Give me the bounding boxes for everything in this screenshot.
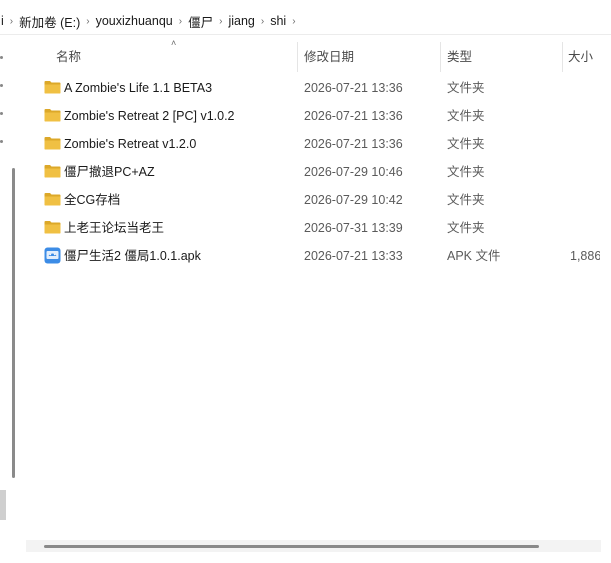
folder-icon (44, 221, 61, 234)
file-name: Zombie's Retreat v1.2.0 (64, 137, 197, 151)
chevron-right-icon: › (219, 15, 223, 27)
horizontal-scrollbar-thumb[interactable] (44, 545, 539, 548)
folder-icon (44, 109, 61, 122)
file-type: 文件夹 (447, 193, 485, 207)
nav-expand-marker[interactable] (0, 84, 3, 87)
file-size: 1,886 (570, 249, 602, 263)
nav-expand-marker[interactable] (0, 112, 3, 115)
breadcrumb-item-shi[interactable]: shi (270, 14, 286, 28)
chevron-right-icon: › (260, 15, 265, 27)
file-type: APK 文件 (447, 249, 501, 263)
file-name: 僵尸撤退PC+AZ (64, 165, 155, 179)
folder-icon (44, 165, 61, 178)
breadcrumb: i › 新加卷 (E:) › youxizhuanqu › 僵尸 › jiang… (0, 8, 611, 35)
file-name: 僵尸生活2 僵局1.0.1.apk (64, 249, 201, 263)
file-date: 2026-07-29 10:46 (304, 165, 403, 179)
file-type: 文件夹 (447, 137, 485, 151)
column-divider[interactable] (562, 42, 563, 72)
file-type: 文件夹 (447, 221, 485, 235)
column-header-type[interactable]: 类型 (447, 36, 562, 76)
file-date: 2026-07-21 13:36 (304, 109, 403, 123)
file-row[interactable]: Zombie's Retreat 2 [PC] v1.0.2 2026-07-2… (26, 102, 611, 130)
file-date: 2026-07-21 13:36 (304, 81, 403, 95)
file-name: 上老王论坛当老王 (64, 221, 165, 235)
file-row[interactable]: A Zombie's Life 1.1 BETA3 2026-07-21 13:… (26, 74, 611, 102)
apk-file-icon (44, 247, 61, 264)
breadcrumb-item-jiangshi[interactable]: 僵尸 (188, 12, 213, 31)
nav-scrollbar-thumb[interactable] (12, 168, 15, 478)
file-date: 2026-07-31 13:39 (304, 221, 403, 235)
column-header-name[interactable]: 名称 (56, 36, 296, 76)
file-name: A Zombie's Life 1.1 BETA3 (64, 81, 213, 95)
file-date: 2026-07-29 10:42 (304, 193, 403, 207)
folder-icon (44, 193, 61, 206)
file-name: 全CG存档 (64, 193, 121, 207)
file-type: 文件夹 (447, 81, 485, 95)
column-divider[interactable] (297, 42, 298, 72)
nav-expand-marker[interactable] (0, 56, 3, 59)
chevron-right-icon: › (9, 15, 14, 27)
breadcrumb-item-drive[interactable]: 新加卷 (E:) (19, 12, 80, 31)
file-date: 2026-07-21 13:36 (304, 137, 403, 151)
chevron-right-icon: › (178, 15, 183, 27)
folder-icon (44, 137, 61, 150)
column-header-row: ˄ 名称 修改日期 类型 大小 (26, 36, 611, 76)
chevron-right-icon: › (86, 15, 90, 27)
file-list: ˄ 名称 修改日期 类型 大小 A Zombie's Life 1.1 BETA… (26, 36, 611, 556)
file-row[interactable]: 全CG存档 2026-07-29 10:42 文件夹 (26, 186, 611, 214)
nav-expand-marker[interactable] (0, 140, 3, 143)
file-type: 文件夹 (447, 109, 485, 123)
file-name: Zombie's Retreat 2 [PC] v1.0.2 (64, 109, 235, 123)
navigation-pane (0, 36, 20, 556)
breadcrumb-item-youxizhuanqu[interactable]: youxizhuanqu (96, 14, 173, 28)
file-rows: A Zombie's Life 1.1 BETA3 2026-07-21 13:… (26, 74, 611, 270)
file-type: 文件夹 (447, 165, 485, 179)
column-divider[interactable] (440, 42, 441, 72)
breadcrumb-item-jiang[interactable]: jiang (228, 14, 254, 28)
breadcrumb-item-root[interactable]: i (1, 14, 4, 28)
file-date: 2026-07-21 13:33 (304, 249, 403, 263)
file-row[interactable]: 僵尸撤退PC+AZ 2026-07-29 10:46 文件夹 (26, 158, 611, 186)
column-header-date[interactable]: 修改日期 (304, 36, 439, 76)
folder-icon (44, 81, 61, 94)
vertical-scrollbar-area[interactable] (600, 36, 611, 556)
chevron-right-icon[interactable]: › (292, 16, 295, 27)
nav-pane-edge (0, 490, 6, 520)
file-row[interactable]: Zombie's Retreat v1.2.0 2026-07-21 13:36… (26, 130, 611, 158)
file-row[interactable]: 僵尸生活2 僵局1.0.1.apk 2026-07-21 13:33 APK 文… (26, 242, 611, 270)
file-row[interactable]: 上老王论坛当老王 2026-07-31 13:39 文件夹 (26, 214, 611, 242)
